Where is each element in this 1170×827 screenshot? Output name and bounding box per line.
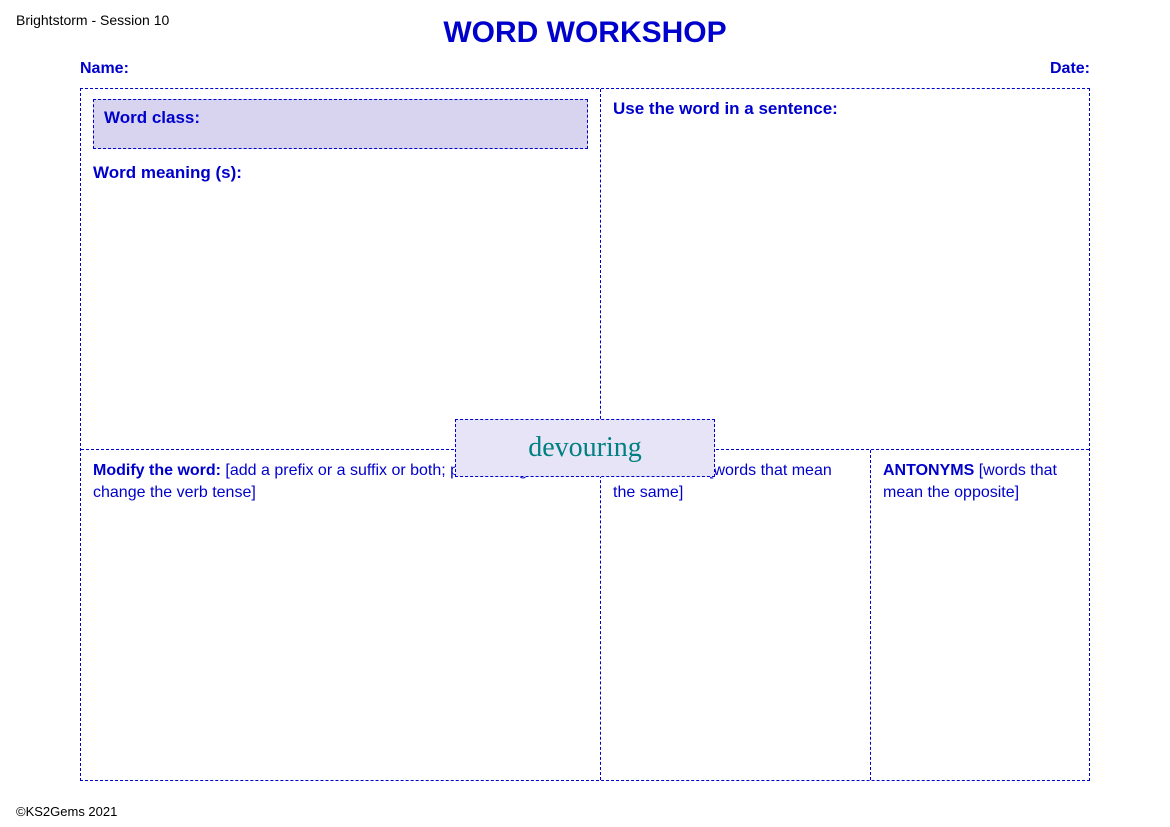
bottom-right-cell: ANTONYMS [words that mean the opposite] [871,450,1089,780]
page-title: WORD WORKSHOP [50,12,1120,50]
left-top-cell: Word class: Word meaning (s): [81,89,601,449]
bottom-section: Modify the word: [add a prefix or a suff… [81,450,1089,780]
name-label: Name: [80,60,129,78]
center-word: devouring [528,432,642,463]
use-sentence-label: Use the word in a sentence: [613,99,1077,119]
word-class-box[interactable]: Word class: [93,99,588,149]
antonyms-label: ANTONYMS [words that mean the opposite] [883,460,1077,505]
word-class-label: Word class: [104,108,200,127]
antonyms-bold: ANTONYMS [883,462,974,479]
date-label: Date: [1050,60,1090,78]
word-meaning-label: Word meaning (s): [93,163,588,183]
session-title: Brightstorm - Session 10 [16,12,169,28]
worksheet-container: Word class: Word meaning (s): Use the wo… [80,88,1090,781]
bottom-left-cell: Modify the word: [add a prefix or a suff… [81,450,601,780]
center-word-box: devouring [455,419,715,477]
bottom-middle-cell: SYNONYMS [words that mean the same] [601,450,871,780]
modify-label-bold: Modify the word: [93,462,221,479]
footer: ©KS2Gems 2021 [16,804,117,819]
top-section: Word class: Word meaning (s): Use the wo… [81,89,1089,450]
right-top-cell: Use the word in a sentence: [601,89,1089,449]
center-word-container: devouring [455,419,715,477]
